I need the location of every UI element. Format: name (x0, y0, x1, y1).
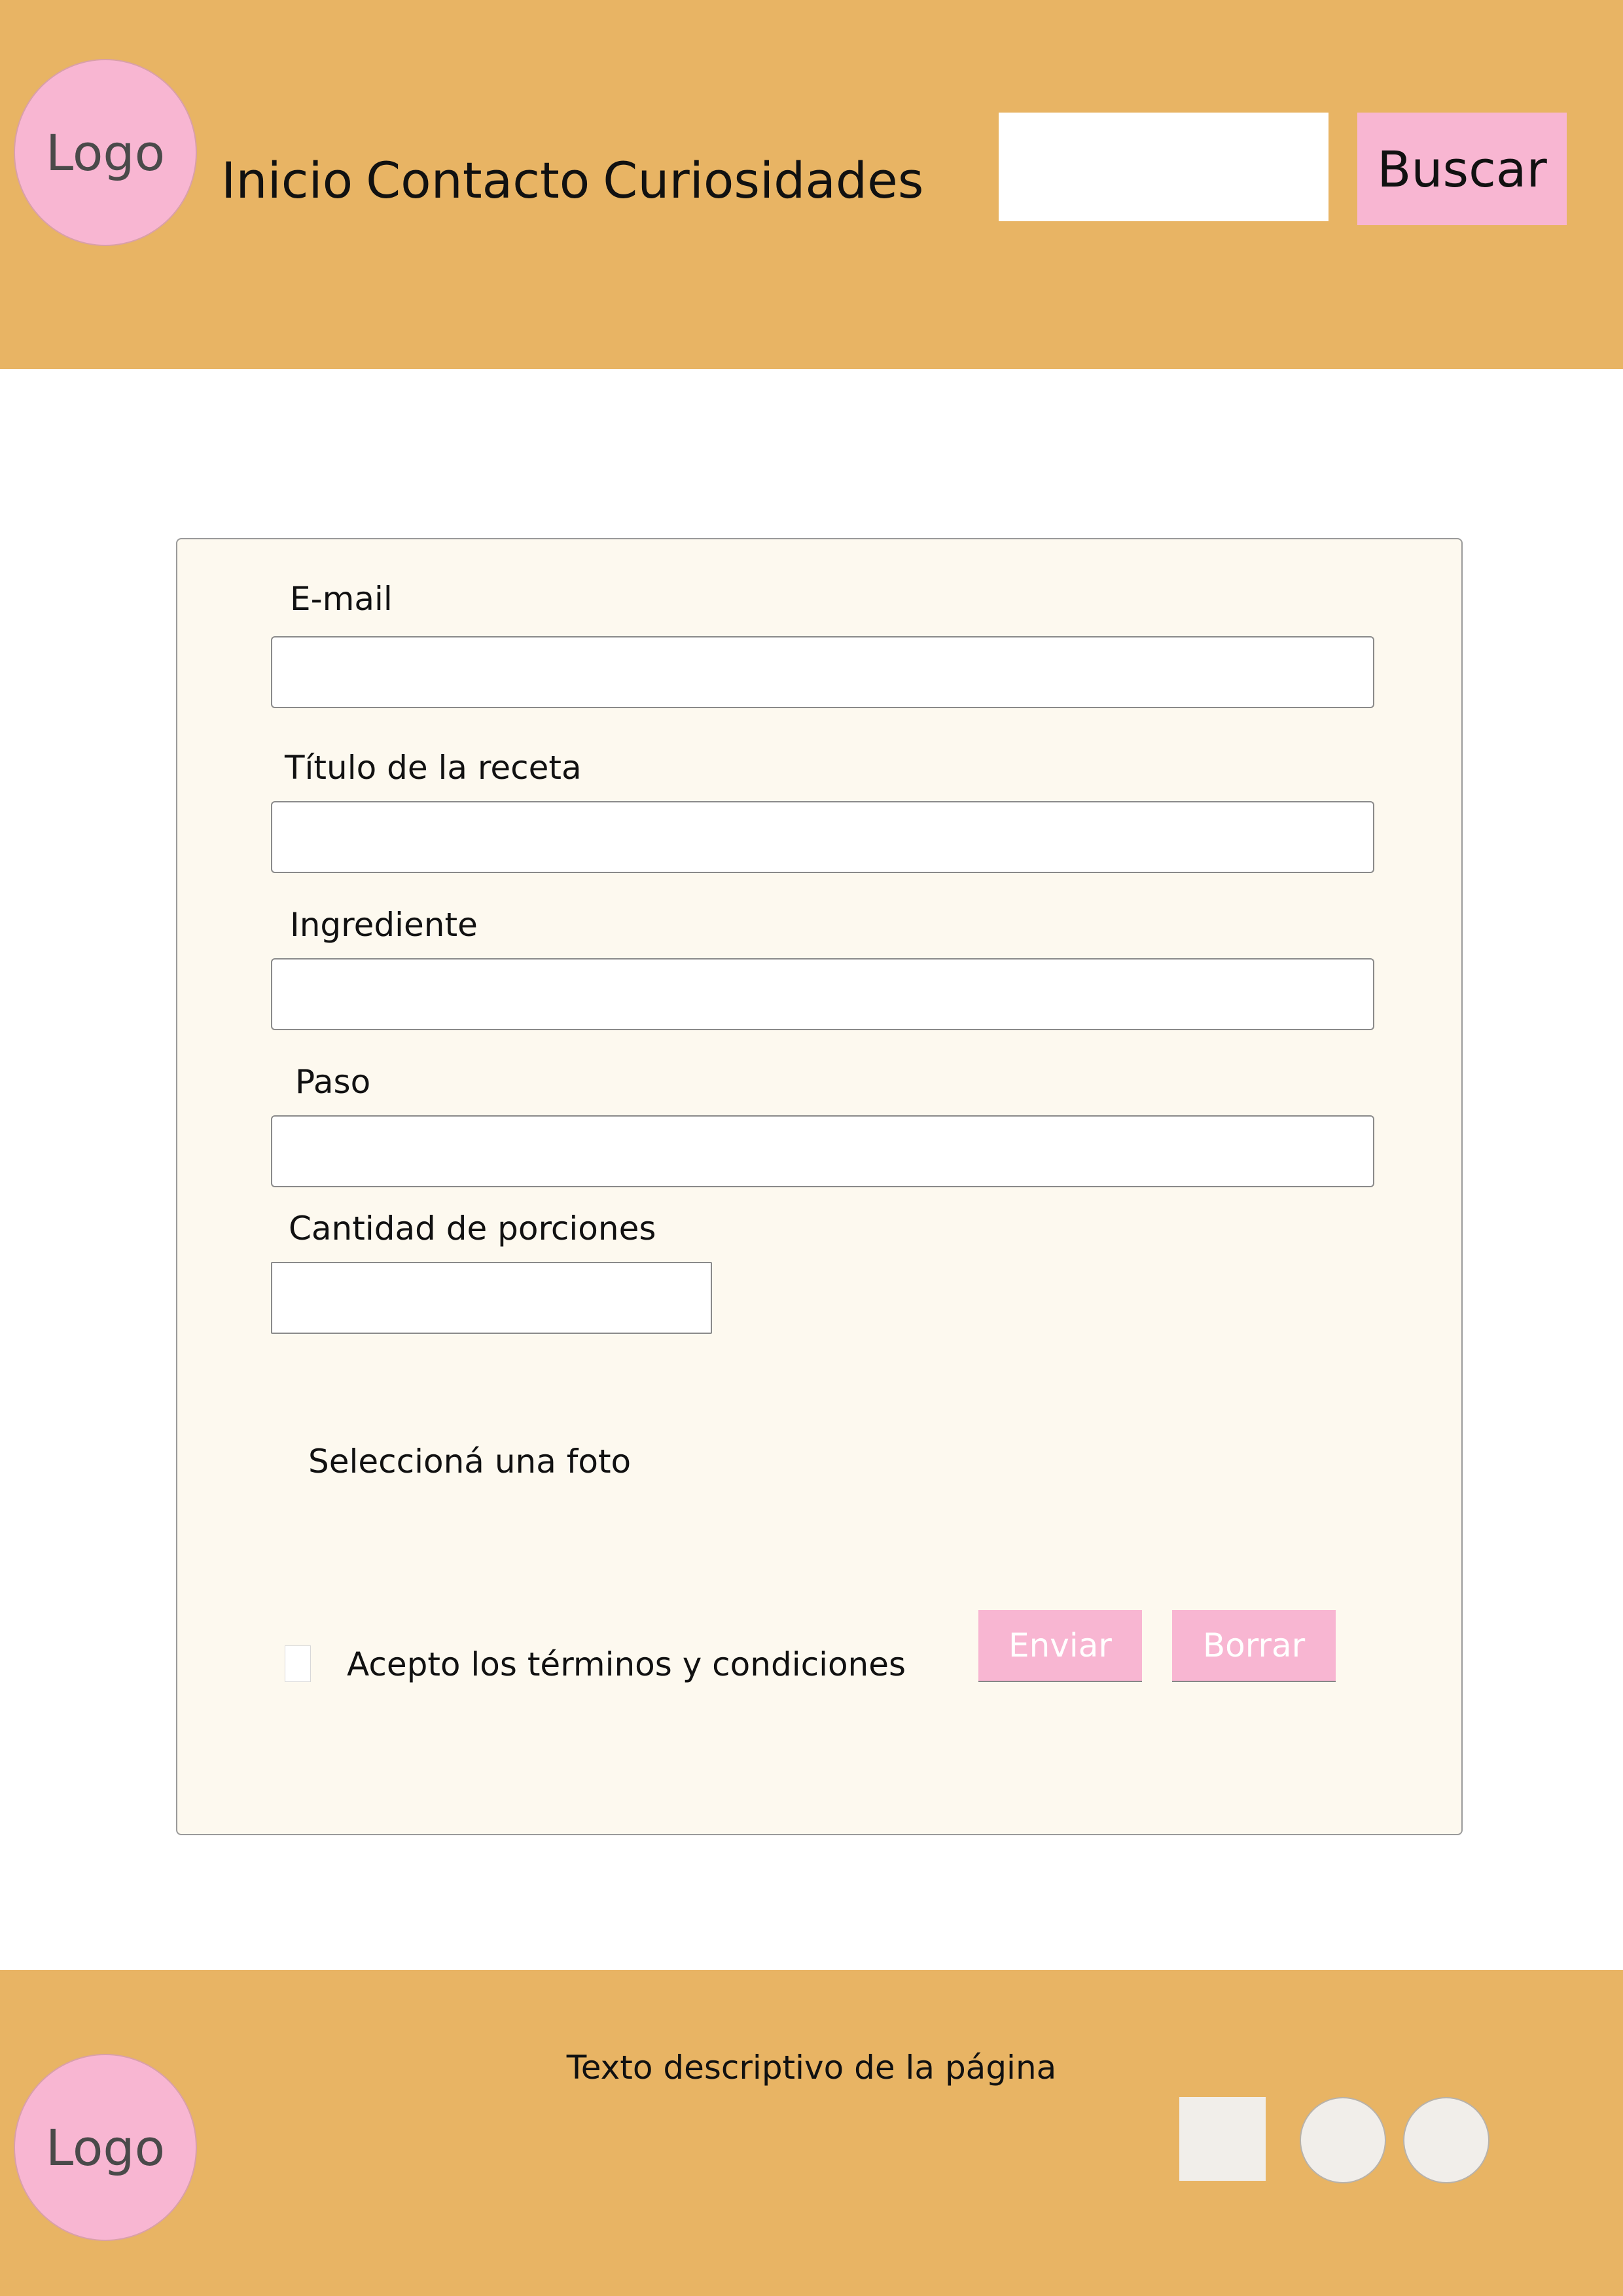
submit-button-label: Enviar (1008, 1626, 1112, 1664)
submit-button[interactable]: Enviar (978, 1610, 1142, 1682)
step-field[interactable] (271, 1115, 1374, 1187)
reset-button[interactable]: Borrar (1172, 1610, 1336, 1682)
ingredient-field[interactable] (271, 958, 1374, 1030)
email-label: E-mail (290, 580, 393, 618)
recipe-form-card: E-mail Título de la receta Ingrediente P… (176, 538, 1463, 1835)
nav-item-curiosidades[interactable]: Curiosidades (603, 156, 923, 206)
header-logo[interactable]: Logo (14, 59, 197, 246)
search-input[interactable] (999, 113, 1329, 221)
site-header: Logo Inicio Contacto Curiosidades Buscar (0, 0, 1623, 369)
site-footer: Logo Texto descriptivo de la página (0, 1970, 1623, 2296)
social-circle-icon[interactable] (1300, 2097, 1386, 2183)
terms-label: Acepto los términos y condiciones (347, 1645, 906, 1683)
ingredient-label: Ingrediente (290, 906, 478, 944)
header-logo-text: Logo (45, 123, 166, 182)
search-button[interactable]: Buscar (1357, 113, 1567, 225)
nav-item-inicio[interactable]: Inicio (221, 156, 353, 206)
email-field[interactable] (271, 636, 1374, 708)
photo-select-label[interactable]: Seleccioná una foto (308, 1445, 631, 1478)
servings-field[interactable] (271, 1262, 712, 1334)
main-nav: Inicio Contacto Curiosidades (221, 156, 924, 206)
reset-button-label: Borrar (1202, 1626, 1306, 1664)
terms-checkbox[interactable] (285, 1645, 311, 1682)
search-button-label: Buscar (1377, 139, 1547, 198)
step-label: Paso (295, 1063, 371, 1101)
social-square-icon[interactable] (1179, 2097, 1266, 2181)
recipe-title-label: Título de la receta (285, 749, 582, 787)
footer-description: Texto descriptivo de la página (566, 2049, 1057, 2087)
recipe-title-field[interactable] (271, 801, 1374, 873)
footer-logo-text: Logo (45, 2118, 166, 2177)
social-circle-icon[interactable] (1403, 2097, 1489, 2183)
servings-label: Cantidad de porciones (289, 1210, 656, 1247)
nav-item-contacto[interactable]: Contacto (366, 156, 590, 206)
